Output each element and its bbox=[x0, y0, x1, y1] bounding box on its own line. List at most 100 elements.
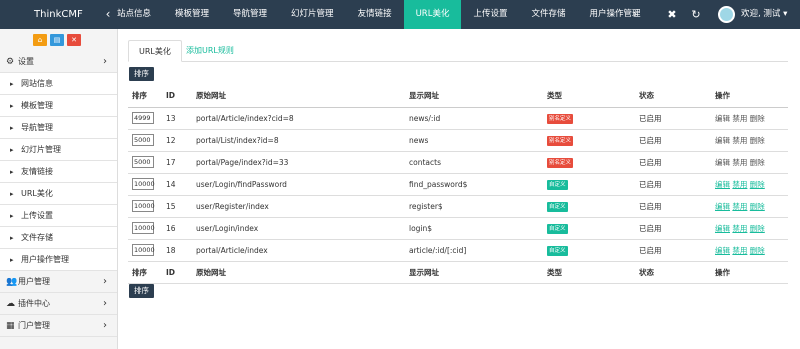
top-tab-url-rewrite[interactable]: URL美化 bbox=[403, 0, 462, 29]
caret-right-icon: ▸ bbox=[10, 80, 14, 88]
edit-link[interactable]: 编辑 bbox=[715, 158, 730, 167]
delete-link[interactable]: 删除 bbox=[750, 158, 765, 167]
type-cell: 自定义 bbox=[543, 173, 635, 196]
order-input[interactable]: 10000 bbox=[132, 178, 155, 190]
home-icon[interactable]: ⌂ bbox=[33, 34, 47, 46]
sidebar-group-users[interactable]: 👥用户管理 › bbox=[0, 271, 117, 293]
original-url-cell: user/Register/index bbox=[192, 195, 405, 218]
original-url-cell: user/Login/findPassword bbox=[192, 173, 405, 196]
table-header-row: 排序 ID 原始网址 显示网址 类型 状态 操作 bbox=[128, 85, 788, 108]
top-tab-templates[interactable]: 模板管理 bbox=[163, 0, 221, 29]
chevron-right-icon[interactable]: › bbox=[628, 0, 642, 29]
display-url-cell: news/:id bbox=[405, 107, 543, 130]
refresh-icon[interactable]: ↻ bbox=[689, 0, 703, 29]
sidebar-group-label: 设置 bbox=[18, 57, 34, 66]
col-header: 状态 bbox=[635, 261, 711, 284]
delete-link[interactable]: 删除 bbox=[750, 246, 765, 255]
delete-link[interactable]: 删除 bbox=[750, 202, 765, 211]
sidebar-item-label: 用户操作管理 bbox=[21, 255, 69, 264]
disable-link[interactable]: 禁用 bbox=[732, 224, 747, 233]
col-header: 显示网址 bbox=[405, 261, 543, 284]
trash-icon[interactable]: ✕ bbox=[67, 34, 81, 46]
chevron-left-icon[interactable]: ‹ bbox=[101, 0, 115, 29]
top-tab-navigation[interactable]: 导航管理 bbox=[221, 0, 279, 29]
disable-link[interactable]: 禁用 bbox=[732, 114, 747, 123]
sidebar: ⌂ ▤ ✕ ⚙ 设置 › ▸ 网站信息 ▸ 模板管理 ▸ 导航管理 ▸ 幻灯片管理 ▸ 友情链… bbox=[0, 29, 118, 349]
order-input[interactable]: 10000 bbox=[132, 244, 155, 256]
disable-link[interactable]: 禁用 bbox=[732, 202, 747, 211]
chevron-right-icon: › bbox=[103, 276, 107, 287]
cloud-icon: ☁ bbox=[6, 299, 15, 309]
type-badge: 别名定义 bbox=[547, 157, 574, 168]
sidebar-item-upload[interactable]: ▸ 上传设置 bbox=[0, 205, 117, 227]
tab-add-url-rule[interactable]: 添加URL规则 bbox=[176, 40, 244, 62]
display-url-cell: login$ bbox=[405, 217, 543, 240]
sidebar-group-portal[interactable]: ▦ 门户管理 › bbox=[0, 315, 117, 337]
chevron-right-icon: › bbox=[103, 298, 107, 309]
type-badge: 自定义 bbox=[547, 179, 568, 190]
edit-link[interactable]: 编辑 bbox=[715, 114, 730, 123]
actions-cell: 编辑 禁用 删除 bbox=[711, 195, 788, 218]
disable-link[interactable]: 禁用 bbox=[732, 136, 747, 145]
avatar[interactable] bbox=[718, 6, 735, 23]
sidebar-group-plugins[interactable]: ☁ 插件中心 › bbox=[0, 293, 117, 315]
col-header: 排序 bbox=[128, 261, 162, 284]
delete-link[interactable]: 删除 bbox=[750, 224, 765, 233]
file-icon[interactable]: ▤ bbox=[50, 34, 64, 46]
order-input[interactable]: 5000 bbox=[132, 156, 154, 168]
sidebar-item-templates[interactable]: ▸ 模板管理 bbox=[0, 95, 117, 117]
type-cell: 自定义 bbox=[543, 217, 635, 240]
user-menu[interactable]: 欢迎, 测试 ▾ bbox=[741, 0, 787, 29]
status-cell: 已启用 bbox=[635, 173, 711, 196]
sort-button-bottom[interactable]: 排序 bbox=[129, 284, 154, 298]
type-badge: 自定义 bbox=[547, 245, 568, 256]
sort-button[interactable]: 排序 bbox=[129, 67, 154, 81]
order-input[interactable]: 4999 bbox=[132, 112, 154, 124]
order-input[interactable]: 5000 bbox=[132, 134, 154, 146]
col-header: 操作 bbox=[711, 85, 788, 108]
order-cell: 10000 bbox=[128, 239, 162, 262]
close-icon[interactable]: ✖ bbox=[665, 0, 679, 29]
original-url-cell: portal/Article/index?cid=8 bbox=[192, 107, 405, 130]
caret-right-icon: ▸ bbox=[10, 124, 14, 132]
delete-link[interactable]: 删除 bbox=[750, 180, 765, 189]
top-tab-storage[interactable]: 文件存储 bbox=[519, 0, 577, 29]
display-url-cell: news bbox=[405, 129, 543, 152]
edit-link[interactable]: 编辑 bbox=[715, 202, 730, 211]
sidebar-item-navigation[interactable]: ▸ 导航管理 bbox=[0, 117, 117, 139]
order-input[interactable]: 10000 bbox=[132, 200, 155, 212]
url-rules-table: 排序 ID 原始网址 显示网址 类型 状态 操作 4999 13 portal/Ar… bbox=[128, 85, 788, 284]
tab-url-rewrite[interactable]: URL美化 bbox=[128, 40, 182, 62]
col-header: 操作 bbox=[711, 261, 788, 284]
disable-link[interactable]: 禁用 bbox=[732, 246, 747, 255]
table-row: 5000 12 portal/List/index?id=8 news 别名定义 已启用编… bbox=[128, 129, 788, 152]
top-tab-links[interactable]: 友情链接 bbox=[346, 0, 404, 29]
disable-link[interactable]: 禁用 bbox=[732, 158, 747, 167]
sidebar-item-storage[interactable]: ▸ 文件存储 bbox=[0, 227, 117, 249]
col-header: 状态 bbox=[635, 85, 711, 108]
sidebar-item-user-actions[interactable]: ▸ 用户操作管理 bbox=[0, 249, 117, 271]
status-cell: 已启用 bbox=[635, 195, 711, 218]
delete-link[interactable]: 删除 bbox=[750, 136, 765, 145]
edit-link[interactable]: 编辑 bbox=[715, 246, 730, 255]
disable-link[interactable]: 禁用 bbox=[732, 180, 747, 189]
edit-link[interactable]: 编辑 bbox=[715, 224, 730, 233]
top-tab-site-info[interactable]: 站点信息 bbox=[115, 0, 163, 29]
sidebar-item-url-rewrite[interactable]: ▸ URL美化 bbox=[0, 183, 117, 205]
delete-link[interactable]: 删除 bbox=[750, 114, 765, 123]
order-input[interactable]: 10000 bbox=[132, 222, 155, 234]
edit-link[interactable]: 编辑 bbox=[715, 180, 730, 189]
display-url-cell: find_password$ bbox=[405, 173, 543, 196]
id-cell: 12 bbox=[162, 129, 192, 152]
sidebar-item-site-info[interactable]: ▸ 网站信息 bbox=[0, 73, 117, 95]
sidebar-item-links[interactable]: ▸ 友情链接 bbox=[0, 161, 117, 183]
brand-logo[interactable]: ThinkCMF bbox=[0, 0, 101, 29]
sidebar-item-slides[interactable]: ▸ 幻灯片管理 bbox=[0, 139, 117, 161]
top-tab-upload[interactable]: 上传设置 bbox=[461, 0, 519, 29]
sidebar-group-settings[interactable]: ⚙ 设置 › bbox=[0, 51, 117, 73]
edit-link[interactable]: 编辑 bbox=[715, 136, 730, 145]
table-row: 10000 16 user/Login/index login$ 自定义 已启用 编辑 禁用… bbox=[128, 217, 788, 240]
top-tab-slides[interactable]: 幻灯片管理 bbox=[279, 0, 346, 29]
sidebar-item-label: URL美化 bbox=[21, 189, 53, 198]
id-cell: 15 bbox=[162, 195, 192, 218]
